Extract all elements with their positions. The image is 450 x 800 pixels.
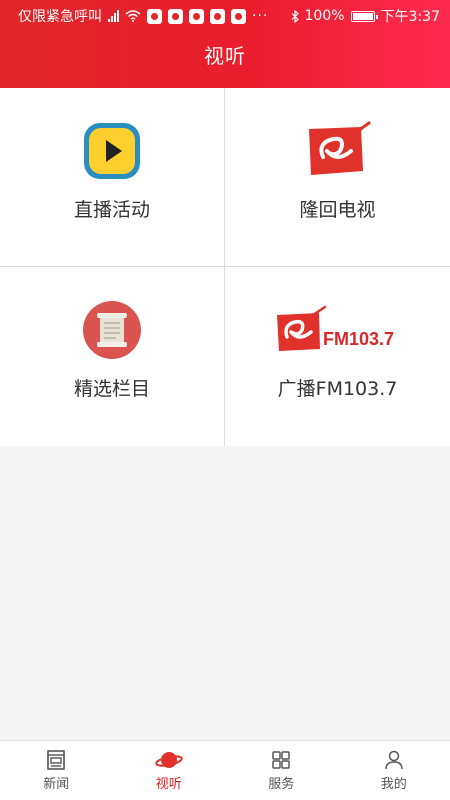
longhui-tv-logo-icon [308, 121, 370, 175]
carrier-text: 仅限紧急呼叫 [18, 9, 102, 25]
person-icon [385, 750, 403, 770]
notification-app-icon [231, 8, 246, 24]
notification-app-icon [210, 8, 225, 24]
planet-icon [155, 752, 183, 768]
grid-item-label: 广播FM103.7 [277, 378, 398, 400]
grid-item-label: 隆回电视 [299, 199, 376, 221]
notification-app-icon [168, 8, 183, 24]
more-notifications-icon: ··· [252, 8, 269, 24]
newspaper-icon [47, 750, 66, 770]
grid-item-featured[interactable]: 精选栏目 [0, 267, 225, 446]
header-bar: 仅限紧急呼叫 ··· 100% 下午3:37 视听 [0, 0, 450, 88]
bottom-tab-bar: 新闻 视听 服务 我的 [0, 740, 450, 800]
notification-app-icon [189, 8, 204, 24]
grid-item-tv[interactable]: 隆回电视 [225, 88, 450, 267]
tab-news[interactable]: 新闻 [0, 741, 113, 800]
tab-label: 服务 [268, 777, 295, 792]
grid-item-radio[interactable]: FM103.7 广播FM103.7 [225, 267, 450, 446]
battery-percent: 100% [304, 8, 345, 24]
clock-time: 下午3:37 [380, 9, 440, 25]
fm-logo-icon: FM103.7 [276, 305, 394, 351]
battery-icon [350, 10, 378, 22]
grid-item-label: 精选栏目 [73, 378, 150, 400]
status-bar: 仅限紧急呼叫 ··· 100% 下午3:37 [0, 0, 450, 32]
tab-mine[interactable]: 我的 [338, 741, 450, 800]
wifi-icon [125, 10, 141, 22]
tab-label: 新闻 [43, 777, 70, 792]
media-grid: 直播活动 隆回电视 精选栏目 FM103.7 广播FM103.7 [0, 88, 450, 446]
scroll-icon [83, 301, 141, 359]
grid-item-live[interactable]: 直播活动 [0, 88, 225, 267]
notification-app-icon [147, 8, 162, 24]
bluetooth-icon [291, 9, 299, 23]
page-title: 视听 [204, 44, 246, 68]
grid-item-label: 直播活动 [73, 199, 150, 221]
signal-icon [108, 10, 119, 22]
grid-icon [272, 751, 290, 769]
tab-services[interactable]: 服务 [225, 741, 338, 800]
play-icon [84, 123, 140, 179]
tab-label: 我的 [380, 777, 407, 792]
fm-logo-text: FM103.7 [323, 329, 394, 349]
tab-label: 视听 [155, 777, 182, 792]
tab-audiovisual[interactable]: 视听 [113, 741, 226, 800]
